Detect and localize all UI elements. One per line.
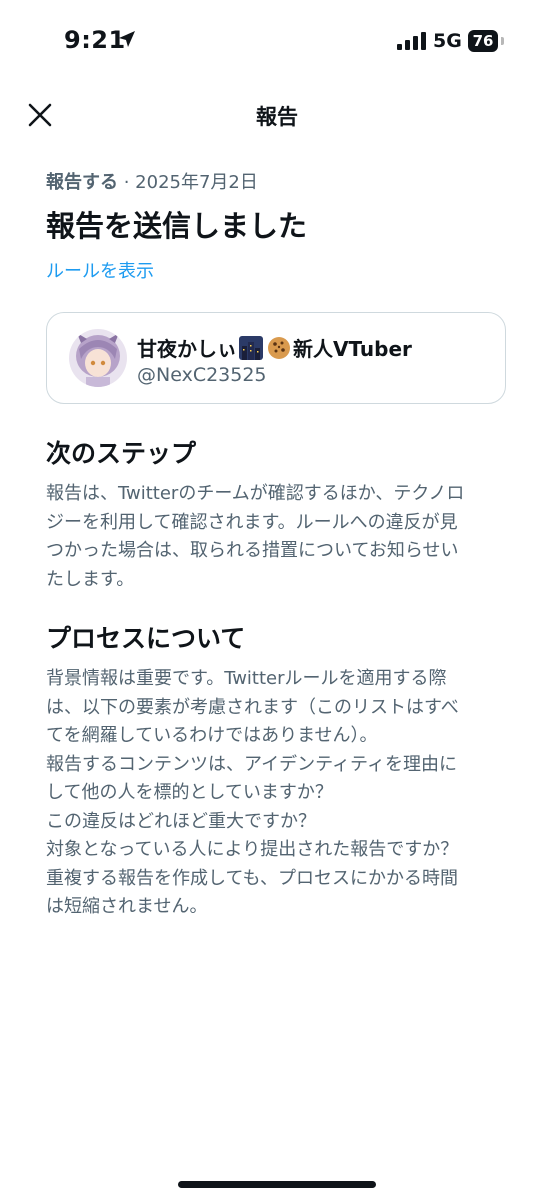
process-line: は、以下の要素が考慮されます（このリストはすべ <box>46 696 459 718</box>
next-steps-line: ジーを利用して確認されます。ルールへの違反が見 <box>46 511 458 533</box>
battery-cap <box>501 37 504 45</box>
process-line: 背景情報は重要です。Twitterルールを適用する際 <box>46 668 447 689</box>
next-steps-line: つかった場合は、取られる措置についてお知らせい <box>46 540 459 561</box>
process-line: は短縮されません。 <box>46 896 208 917</box>
home-indicator[interactable] <box>178 1181 376 1188</box>
report-meta-date: · 2025年7月2日 <box>118 172 258 193</box>
report-meta-label: 報告する <box>46 172 118 193</box>
status-bar: 9:21 5G 76 <box>0 0 554 80</box>
nav-header: 報告 <box>0 85 554 145</box>
battery-level: 76 <box>468 30 498 52</box>
page-title: 報告を送信しました <box>46 209 308 243</box>
process-body: 背景情報は重要です。Twitterルールを適用する際 は、以下の要素が考慮されま… <box>46 665 508 922</box>
network-type: 5G <box>433 30 462 52</box>
display-name-suffix: 新人VTuber <box>293 337 412 361</box>
avatar <box>69 329 127 387</box>
display-name: 甘夜かしぃ 新人VTuber <box>137 333 412 362</box>
cookie-emoji <box>268 336 290 359</box>
battery-icon: 76 <box>468 30 504 52</box>
display-name-text: 甘夜かしぃ <box>137 337 237 361</box>
process-line: 重複する報告を作成しても、プロセスにかかる時間 <box>46 867 459 889</box>
report-meta: 報告する · 2025年7月2日 <box>46 168 258 194</box>
process-line: して他の人を標的としていますか？ <box>46 782 333 803</box>
view-rules-link[interactable]: ルールを表示 <box>46 257 154 283</box>
process-heading: プロセスについて <box>46 624 246 653</box>
next-steps-line: 報告は、Twitterのチームが確認するほか、テクノロ <box>46 483 465 504</box>
next-steps-heading: 次のステップ <box>46 439 197 468</box>
location-arrow-icon <box>119 31 135 47</box>
process-line: この違反はどれほど重大ですか？ <box>46 810 316 832</box>
account-handle: @NexC23525 <box>137 364 267 386</box>
process-line: 報告するコンテンツは、アイデンティティを理由に <box>46 753 457 775</box>
next-steps-line: たします。 <box>46 568 135 590</box>
reported-account-card[interactable]: 甘夜かしぃ 新人VTuber @NexC23525 <box>46 312 506 404</box>
night-city-emoji <box>239 335 263 360</box>
process-line: てを網羅しているわけではありません）。 <box>46 725 378 746</box>
cellular-signal-icon <box>397 32 426 50</box>
next-steps-body: 報告は、Twitterのチームが確認するほか、テクノロ ジーを利用して確認されま… <box>46 480 508 594</box>
status-time: 9:21 <box>64 26 126 54</box>
process-line: 対象となっている人により提出された報告ですか？ <box>46 839 459 860</box>
header-title: 報告 <box>256 105 298 129</box>
